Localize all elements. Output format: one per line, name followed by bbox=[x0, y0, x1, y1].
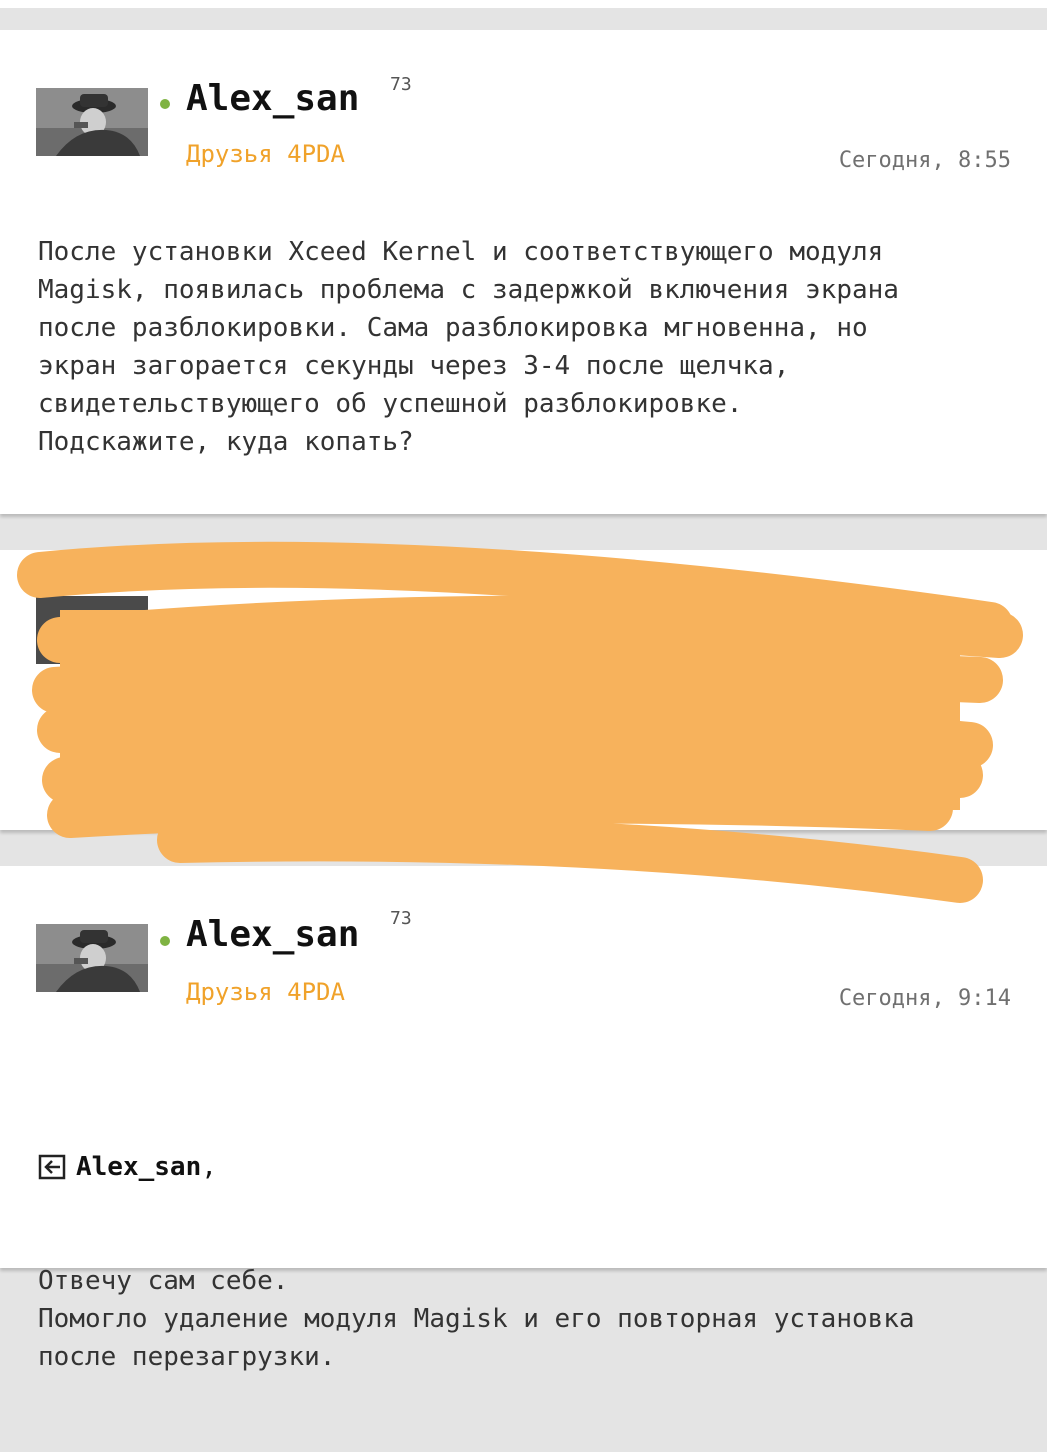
avatar[interactable] bbox=[36, 88, 148, 156]
quote-arrow-icon[interactable] bbox=[38, 1154, 68, 1180]
post-date: Сегодня, 8:55 bbox=[838, 148, 1011, 173]
online-status-dot bbox=[160, 99, 170, 109]
author-name[interactable]: Alex_san bbox=[186, 78, 359, 119]
reputation-count[interactable]: 73 bbox=[390, 74, 412, 95]
post-card-3: Alex_san 73 Друзья 4PDA Сегодня, 9:14 Al… bbox=[0, 866, 1047, 1372]
reply-reference[interactable]: Alex_san, bbox=[38, 1148, 1007, 1186]
reputation-count[interactable]: 73 bbox=[390, 908, 412, 929]
post-text: После установки Xceed Kernel и соответст… bbox=[38, 237, 899, 457]
reply-target-name[interactable]: Alex_san bbox=[76, 1152, 201, 1182]
top-divider bbox=[0, 0, 1047, 8]
author-name[interactable]: Alex_san bbox=[186, 914, 359, 955]
post-text: Отвечу сам себе. Помогло удаление модуля… bbox=[38, 1266, 915, 1372]
reply-suffix: , bbox=[201, 1152, 217, 1182]
online-status-dot bbox=[160, 936, 170, 946]
post-content: Alex_san, Отвечу сам себе. Помогло удале… bbox=[38, 1072, 1007, 1452]
redaction-scribble bbox=[17, 541, 1023, 903]
avatar[interactable] bbox=[36, 924, 148, 992]
user-group: Друзья 4PDA bbox=[186, 978, 345, 1006]
post-date: Сегодня, 9:14 bbox=[838, 986, 1011, 1011]
user-group: Друзья 4PDA bbox=[186, 140, 345, 168]
post-card-1: Alex_san 73 Друзья 4PDA Сегодня, 8:55 По… bbox=[0, 30, 1047, 514]
